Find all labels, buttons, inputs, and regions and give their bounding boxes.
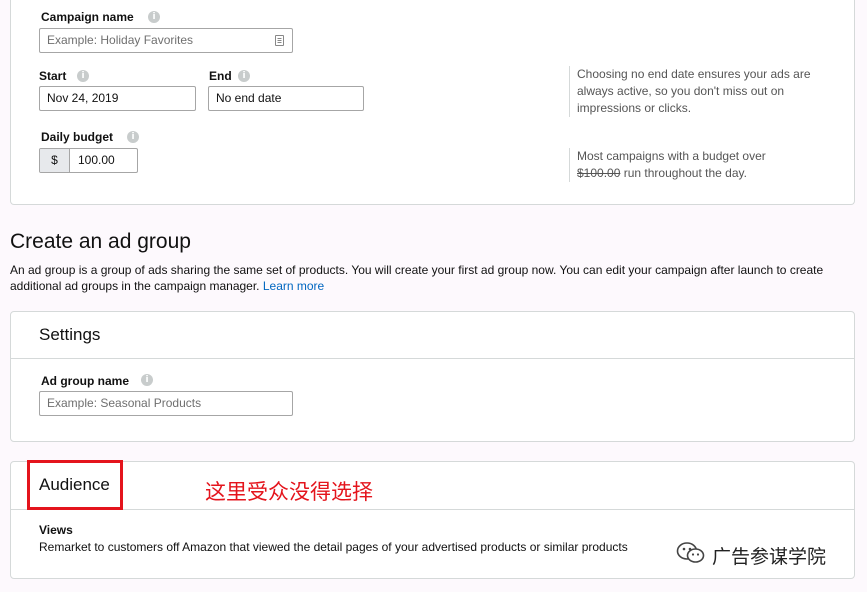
annotation-text: 这里受众没得选择	[205, 481, 373, 504]
info-icon[interactable]: i	[141, 374, 153, 386]
wechat-icon	[676, 541, 706, 570]
currency-addon: $	[40, 149, 70, 172]
settings-title: Settings	[39, 325, 101, 344]
budget-help: Most campaigns with a budget over $100.0…	[569, 148, 839, 182]
end-date-label: End	[209, 69, 232, 83]
section-description: An ad group is a group of ads sharing th…	[10, 262, 860, 294]
end-date-input[interactable]: No end date	[208, 86, 364, 111]
views-label: Views	[39, 523, 73, 537]
ad-group-name-label: Ad group name	[41, 374, 130, 388]
info-icon[interactable]: i	[148, 11, 160, 23]
settings-card: Settings Ad group name i Example: Season…	[10, 311, 855, 442]
info-icon[interactable]: i	[77, 70, 89, 82]
highlight-box	[27, 460, 123, 510]
budget-help-suffix: run throughout the day.	[623, 166, 747, 180]
campaign-name-input[interactable]: Example: Holiday Favorites	[39, 28, 293, 53]
learn-more-link[interactable]: Learn more	[263, 279, 324, 293]
daily-budget-field[interactable]: $ 100.00	[39, 148, 138, 173]
section-description-text: An ad group is a group of ads sharing th…	[10, 263, 824, 293]
daily-budget-label: Daily budget	[41, 130, 114, 144]
daily-budget-input[interactable]: 100.00	[78, 149, 115, 172]
budget-help-prefix: Most campaigns with a budget over	[577, 149, 766, 163]
watermark-text: 广告参谋学院	[712, 546, 827, 568]
audience-card-header: Audience	[11, 462, 854, 510]
start-date-label: Start	[39, 69, 67, 83]
budget-help-amount: $100.00	[577, 166, 621, 180]
info-icon[interactable]: i	[127, 131, 139, 143]
start-date-input[interactable]: Nov 24, 2019	[39, 86, 196, 111]
info-icon[interactable]: i	[238, 70, 250, 82]
end-date-help: Choosing no end date ensures your ads ar…	[569, 66, 839, 117]
settings-card-header: Settings	[11, 312, 854, 359]
watermark: 广告参谋学院	[676, 541, 826, 569]
list-icon	[275, 35, 284, 46]
campaign-name-placeholder: Example: Holiday Favorites	[47, 33, 194, 47]
section-title: Create an ad group	[10, 230, 191, 253]
views-description: Remarket to customers off Amazon that vi…	[39, 540, 628, 554]
campaign-name-label: Campaign name	[41, 10, 134, 24]
ad-group-name-input[interactable]: Example: Seasonal Products	[39, 391, 293, 416]
campaign-settings-card: Campaign name i Example: Holiday Favorit…	[10, 0, 855, 205]
